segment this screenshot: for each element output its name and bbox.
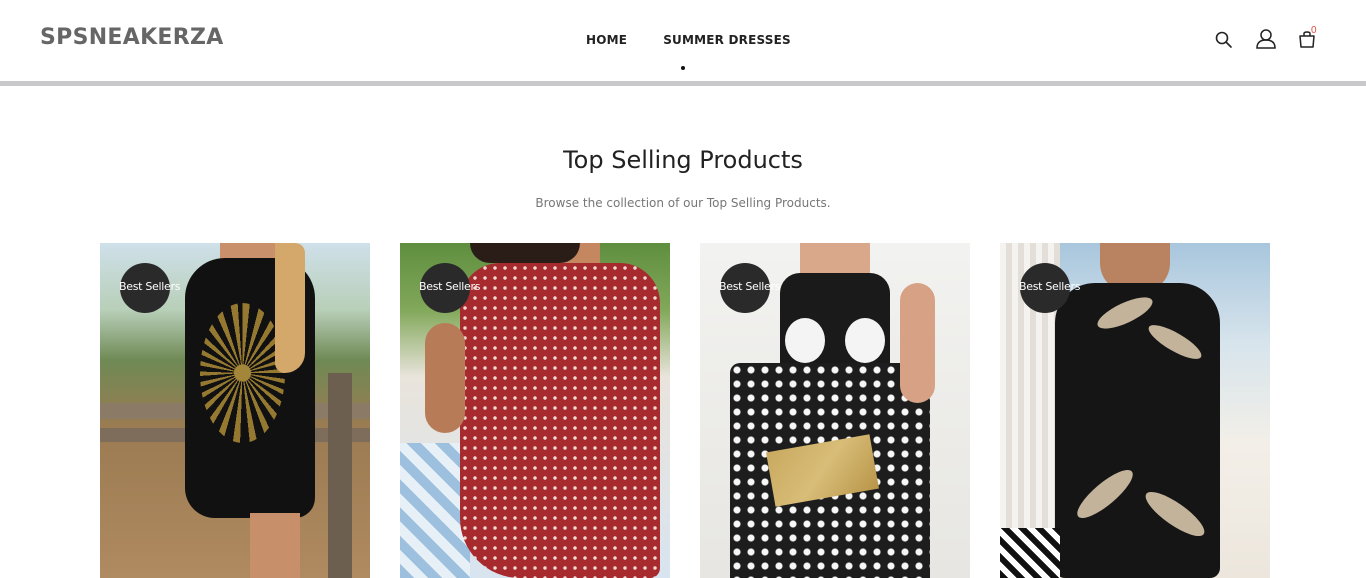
section-title: Top Selling Products [563, 146, 803, 174]
product-card[interactable]: Best Sellers [400, 243, 670, 578]
cart-count-badge: 0 [1311, 25, 1317, 36]
product-card[interactable]: Best Sellers [1000, 243, 1270, 578]
product-card[interactable]: Best Sellers [700, 243, 970, 578]
search-icon[interactable] [1214, 30, 1234, 50]
nav-active-indicator [681, 66, 685, 70]
product-card[interactable]: Best Sellers [100, 243, 370, 578]
user-icon[interactable] [1255, 28, 1277, 50]
header-icons [1214, 28, 1324, 52]
badge-label: Best Sellers [419, 280, 481, 293]
badge-label: Best Sellers [119, 280, 181, 293]
badge-label: Best Sellers [719, 280, 781, 293]
site-header: SPSNEAKERZA HOME SUMMER DRESSES 0 [0, 0, 1366, 81]
header-divider [0, 81, 1366, 86]
main-nav: HOME SUMMER DRESSES [586, 33, 791, 47]
nav-item-home[interactable]: HOME [586, 33, 627, 47]
badge-label: Best Sellers [1019, 280, 1081, 293]
nav-item-summer-dresses[interactable]: SUMMER DRESSES [663, 33, 791, 47]
section-subtitle: Browse the collection of our Top Selling… [535, 196, 831, 210]
site-logo[interactable]: SPSNEAKERZA [40, 25, 224, 50]
